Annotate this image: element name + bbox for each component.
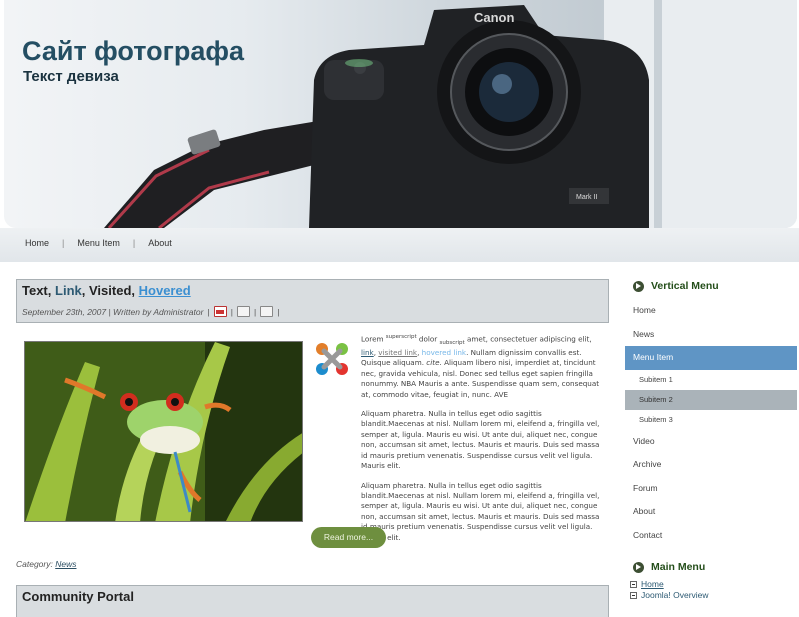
text-span: Lorem [361,334,384,344]
vmenu-item-home[interactable]: Home [625,299,797,323]
vmenu-item-forum[interactable]: Forum [625,477,797,501]
frog-image [25,342,302,521]
site-title[interactable]: Сайт фотографа [22,36,244,67]
title-link[interactable]: Link [55,283,82,298]
content-panel: Text, Link, Visited, Hovered September 2… [4,262,797,617]
meta-separator: | [207,306,210,317]
vmenu-subitem-2[interactable]: Subitem 2 [625,389,797,410]
article-paragraph: Lorem superscript dolor subscript amet, … [361,334,600,399]
subscript-text: subscript [439,339,465,346]
vmenu-subitem-1[interactable]: Subitem 1 [625,370,797,390]
vmenu-subitem-3[interactable]: Subitem 3 [625,410,797,430]
article-body: Lorem superscript dolor subscript amet, … [361,334,606,552]
article-paragraph: Aliquam pharetra. Nulla in tellus eget o… [361,480,600,542]
main-menu-title: Main Menu [651,561,706,573]
main-menu-link-joomla-overview[interactable]: Joomla! Overview [641,590,709,601]
main-menu-link-home[interactable]: Home [641,579,664,590]
vmenu-item-menu-item[interactable]: Menu Item [625,346,797,370]
arrow-right-icon [633,561,644,573]
topnav-separator: | [62,238,65,248]
title-comma: , [81,283,86,298]
article-category: Category: News [16,559,77,569]
category-link[interactable]: News [55,559,76,569]
article-date-author: September 23th, 2007 | Written by Admini… [22,306,204,317]
vertical-menu: Home News Menu Item Subitem 1 Subitem 2 … [625,299,797,547]
body-visited-link[interactable]: visited link [378,348,417,357]
portal-header: Community Portal [16,585,609,617]
top-navigation: Home | Menu Item | About [0,228,799,262]
meta-separator: | [230,306,233,317]
category-label: Category: [16,559,53,569]
article-paragraph: Aliquam pharetra. Nulla in tellus eget o… [361,408,600,471]
read-more-button[interactable]: Read more... [311,527,386,548]
cite-text: cite [426,358,440,368]
body-hovered-link[interactable]: hovered link [422,348,466,357]
title-visited: Visited, [89,283,136,298]
article-meta: September 23th, 2007 | Written by Admini… [22,306,279,317]
svg-text:Mark II: Mark II [576,194,597,201]
main-menu-item: Joomla! Overview [630,590,797,601]
topnav-item-menu-item[interactable]: Menu Item [77,238,120,248]
topnav-item-about[interactable]: About [148,238,172,248]
joomla-logo-icon [316,343,348,375]
pdf-icon[interactable] [213,306,227,317]
title-hovered-link[interactable]: Hovered [139,283,191,298]
vmenu-item-archive[interactable]: Archive [625,453,797,477]
portal-title: Community Portal [22,589,134,604]
print-icon[interactable] [236,306,250,317]
meta-separator: | [253,306,257,317]
arrow-right-icon [633,280,644,292]
frog-photo [24,341,303,522]
right-sidebar: Vertical Menu Home News Menu Item Subite… [625,276,797,601]
topnav-item-home[interactable]: Home [25,238,49,248]
vertical-menu-heading: Vertical Menu [625,276,797,296]
body-link[interactable]: link [361,348,374,357]
header-camera-photo: Canon Mark II [104,0,797,228]
article-header: Text, Link, Visited, Hovered September 2… [16,279,609,323]
tree-expand-icon[interactable] [630,581,637,588]
main-menu-item: Home [630,579,797,590]
email-icon[interactable] [260,306,274,317]
tree-expand-icon[interactable] [630,592,637,599]
title-text: Text, [22,283,52,298]
svg-text:Canon: Canon [474,10,515,25]
vertical-menu-title: Vertical Menu [651,280,719,292]
main-menu: Home Joomla! Overview [625,579,797,601]
text-span: dolor [418,334,438,344]
superscript-text: superscript [385,334,417,340]
article-title: Text, Link, Visited, Hovered [22,283,191,298]
vmenu-item-about[interactable]: About [625,500,797,524]
site-header: Canon Mark II Сайт фотографа Текст девиз… [4,0,797,228]
vmenu-item-video[interactable]: Video [625,430,797,454]
site-slogan: Текст девиза [23,68,119,85]
vmenu-item-news[interactable]: News [625,323,797,347]
vmenu-item-contact[interactable]: Contact [625,524,797,548]
text-span: amet, consectetuer adipiscing elit, [467,334,592,344]
main-menu-heading: Main Menu [625,557,797,577]
topnav-separator: | [132,238,136,248]
meta-separator: | [277,306,280,317]
